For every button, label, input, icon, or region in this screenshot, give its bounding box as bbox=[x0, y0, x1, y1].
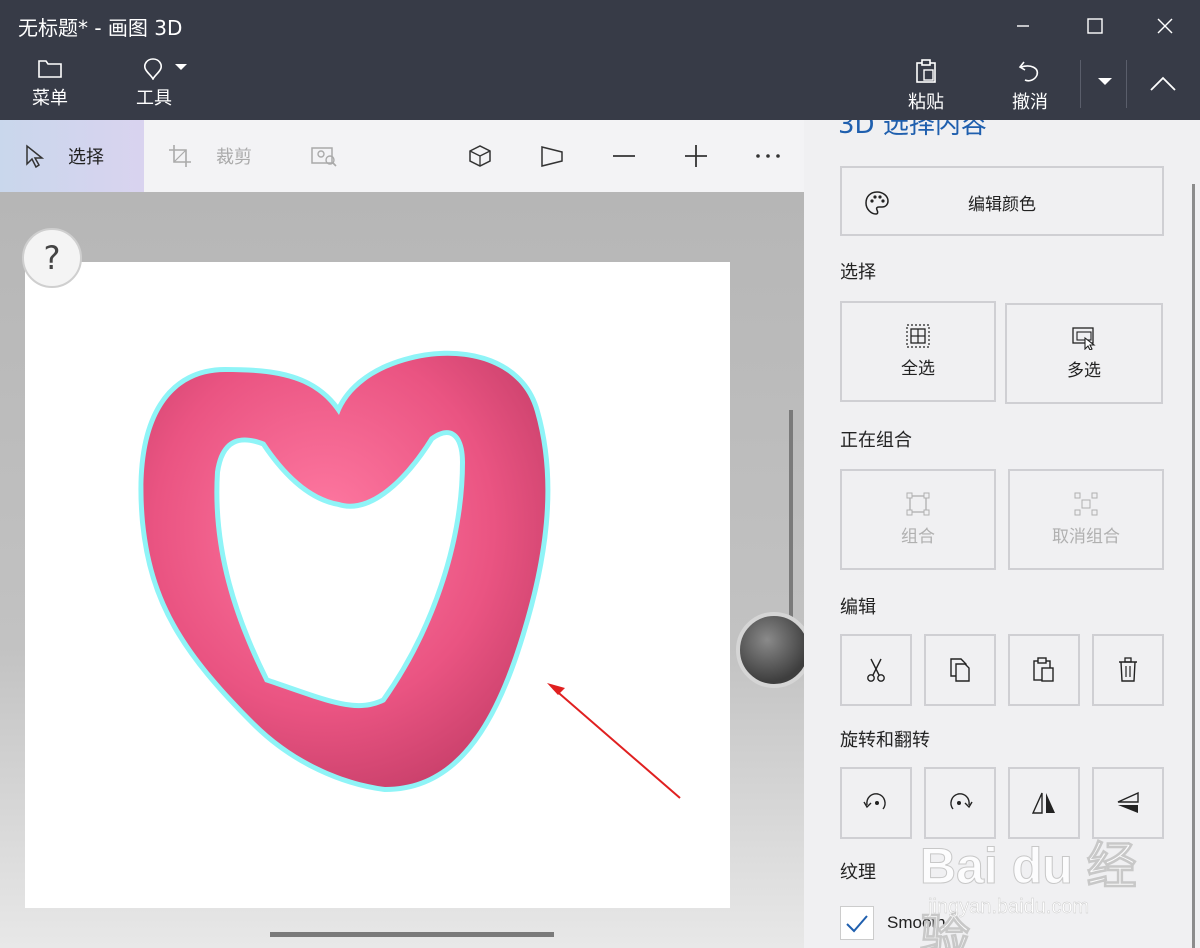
copy-button[interactable] bbox=[924, 634, 996, 706]
rotate-left-button[interactable] bbox=[840, 767, 912, 839]
perspective-button[interactable] bbox=[538, 120, 566, 192]
brush-icon bbox=[144, 58, 187, 80]
zoom-in-button[interactable] bbox=[682, 120, 710, 192]
edit-colors-label: 编辑颜色 bbox=[968, 195, 1036, 215]
more-options-button[interactable] bbox=[754, 120, 782, 192]
divider bbox=[1080, 60, 1081, 108]
rotation-knob[interactable] bbox=[736, 612, 804, 688]
title-bar: 无标题* - 画图 3D 菜单 工具 粘贴 撤消 bbox=[0, 0, 1200, 120]
group-section-label: 正在组合 bbox=[840, 430, 912, 451]
close-button[interactable] bbox=[1142, 4, 1188, 48]
rotate-section-label: 旋转和翻转 bbox=[840, 730, 930, 751]
group-button[interactable]: 组合 bbox=[840, 469, 996, 570]
cube-view-icon bbox=[469, 145, 491, 167]
multi-select-button[interactable]: 多选 bbox=[1005, 303, 1163, 404]
rotate-left-icon bbox=[863, 793, 886, 810]
select-tool-button[interactable]: 选择 bbox=[0, 120, 144, 192]
close-icon bbox=[1157, 18, 1173, 34]
annotation-arrow-line bbox=[552, 687, 681, 799]
ungroup-icon bbox=[1074, 492, 1098, 516]
watermark: Bai du 经验 jingyan.baidu.com bbox=[920, 820, 1160, 948]
window-title: 无标题* - 画图 3D bbox=[18, 16, 183, 40]
group-label: 组合 bbox=[901, 527, 935, 547]
watermark-brand: Bai du 经验 bbox=[920, 838, 1138, 948]
collapse-ribbon-button[interactable] bbox=[1140, 62, 1186, 106]
menu-label: 菜单 bbox=[32, 88, 68, 109]
flip-horizontal-icon bbox=[1031, 792, 1055, 814]
undo-button[interactable]: 撤消 bbox=[1012, 58, 1048, 114]
magic-select-icon bbox=[311, 147, 337, 167]
undo-icon bbox=[1018, 61, 1039, 82]
select-all-button[interactable]: 全选 bbox=[840, 301, 996, 402]
drawing-canvas[interactable] bbox=[25, 262, 730, 908]
chevron-down-icon bbox=[175, 64, 187, 70]
flip-vertical-icon bbox=[1117, 791, 1139, 813]
canvas-area[interactable]: ? bbox=[0, 192, 804, 948]
paste-label: 粘贴 bbox=[908, 92, 944, 113]
tools-button[interactable]: 工具 bbox=[136, 56, 190, 110]
watermark-url: jingyan.baidu.com bbox=[928, 896, 1090, 918]
cut-button[interactable] bbox=[840, 634, 912, 706]
annotation-arrow-head bbox=[547, 683, 565, 695]
smooth-checkbox[interactable] bbox=[840, 906, 874, 940]
tools-label: 工具 bbox=[136, 88, 172, 109]
paste-icon bbox=[916, 59, 936, 83]
ungroup-button[interactable]: 取消组合 bbox=[1008, 469, 1164, 570]
paste-panel-button[interactable] bbox=[1008, 634, 1080, 706]
perspective-icon bbox=[541, 146, 563, 167]
copy-icon bbox=[950, 658, 970, 682]
minimize-button[interactable] bbox=[1000, 4, 1046, 48]
multi-select-icon bbox=[1072, 327, 1096, 350]
heart-drawing[interactable] bbox=[25, 262, 730, 908]
scissors-icon bbox=[867, 658, 885, 682]
menu-button[interactable]: 菜单 bbox=[32, 56, 68, 110]
chevron-up-icon bbox=[1150, 76, 1176, 91]
undo-label: 撤消 bbox=[1012, 92, 1048, 113]
cursor-icon bbox=[26, 144, 44, 168]
group-icon bbox=[906, 492, 930, 516]
canvas-toolbar: 选择 裁剪 bbox=[0, 120, 804, 192]
select-all-label: 全选 bbox=[901, 359, 935, 379]
minimize-icon bbox=[1017, 25, 1029, 27]
panel-title: 3D 选择内容 bbox=[838, 120, 987, 140]
magic-select-button[interactable] bbox=[310, 120, 338, 192]
paste-icon bbox=[1033, 657, 1054, 682]
select-section-label: 选择 bbox=[840, 262, 876, 283]
multi-select-label: 多选 bbox=[1067, 361, 1101, 381]
folder-icon bbox=[38, 60, 62, 78]
edit-colors-button[interactable]: 编辑颜色 bbox=[840, 166, 1164, 236]
plus-icon bbox=[685, 145, 707, 167]
select-all-icon bbox=[906, 324, 930, 348]
more-commands-button[interactable] bbox=[1082, 60, 1128, 104]
select-tool-label: 选择 bbox=[68, 147, 104, 168]
view-3d-button[interactable] bbox=[466, 120, 494, 192]
ellipsis-icon bbox=[756, 154, 780, 158]
delete-button[interactable] bbox=[1092, 634, 1164, 706]
trash-icon bbox=[1119, 657, 1137, 682]
chevron-down-icon bbox=[1098, 78, 1112, 85]
checkmark-icon bbox=[846, 915, 868, 933]
maximize-button[interactable] bbox=[1072, 4, 1118, 48]
rotate-right-icon bbox=[950, 793, 973, 810]
divider bbox=[1126, 60, 1127, 108]
edit-section-label: 编辑 bbox=[840, 597, 876, 618]
paste-button[interactable]: 粘贴 bbox=[908, 58, 944, 114]
crop-tool-button[interactable]: 裁剪 bbox=[168, 120, 252, 192]
crop-icon bbox=[169, 145, 191, 167]
texture-section-label: 纹理 bbox=[840, 862, 876, 883]
maximize-icon bbox=[1087, 18, 1103, 34]
panel-scrollbar[interactable] bbox=[1192, 184, 1195, 948]
horizontal-scrollbar[interactable] bbox=[270, 932, 554, 937]
minus-icon bbox=[613, 155, 635, 157]
zoom-out-button[interactable] bbox=[610, 120, 638, 192]
crop-tool-label: 裁剪 bbox=[216, 147, 252, 168]
help-button[interactable]: ? bbox=[22, 228, 82, 288]
ungroup-label: 取消组合 bbox=[1052, 527, 1120, 547]
